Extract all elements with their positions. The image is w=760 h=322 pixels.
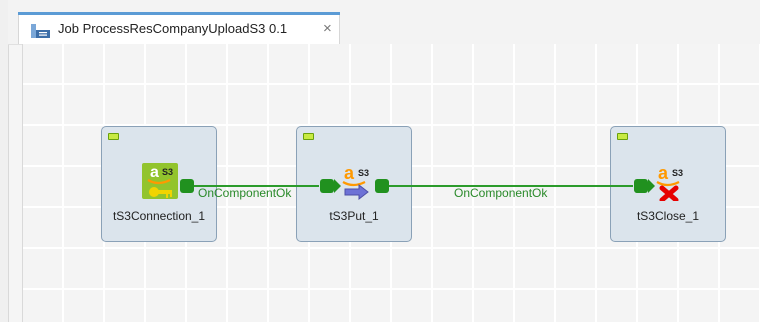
link-end-connector[interactable] [634, 179, 655, 193]
s3-close-icon: a S3 [649, 161, 689, 201]
link-start-connector[interactable] [180, 179, 194, 193]
s3-connection-icon: a S3 [140, 161, 180, 201]
close-tab-icon[interactable]: × [323, 20, 332, 37]
link-label[interactable]: OnComponentOk [198, 186, 291, 200]
active-tab-indicator [18, 12, 340, 15]
link-label[interactable]: OnComponentOk [454, 186, 547, 200]
component-tS3Close_1[interactable]: a S3 tS3Close_1 [610, 126, 726, 242]
tab-title: Job ProcessResCompanyUploadS3 0.1 [58, 21, 288, 36]
status-indicator [617, 133, 628, 140]
editor-tab-bar: Job ProcessResCompanyUploadS3 0.1 × [8, 0, 760, 45]
component-label: tS3Put_1 [329, 209, 379, 223]
svg-text:S3: S3 [672, 168, 683, 178]
job-tab[interactable]: Job ProcessResCompanyUploadS3 0.1 × [18, 12, 340, 44]
component-tS3Put_1[interactable]: a S3 tS3Put_1 [296, 126, 412, 242]
component-label: tS3Close_1 [636, 209, 700, 223]
status-indicator [303, 133, 314, 140]
svg-text:S3: S3 [162, 167, 173, 177]
svg-text:a: a [344, 163, 355, 183]
status-indicator [108, 133, 119, 140]
s3-put-icon: a S3 [335, 161, 375, 201]
job-icon [31, 24, 50, 38]
job-design-canvas[interactable]: a S3 tS3Connection_1 a S3 tS3Put_1 a S3 … [22, 44, 760, 322]
link-start-connector[interactable] [375, 179, 389, 193]
svg-text:a: a [658, 163, 669, 183]
svg-text:S3: S3 [358, 168, 369, 178]
component-label: tS3Connection_1 [112, 209, 206, 223]
component-tS3Connection_1[interactable]: a S3 tS3Connection_1 [101, 126, 217, 242]
link-end-connector[interactable] [320, 179, 341, 193]
job-editor-window: Job ProcessResCompanyUploadS3 0.1 × a S3 [0, 0, 760, 322]
left-panel-edge [0, 0, 9, 322]
svg-text:a: a [150, 164, 159, 181]
